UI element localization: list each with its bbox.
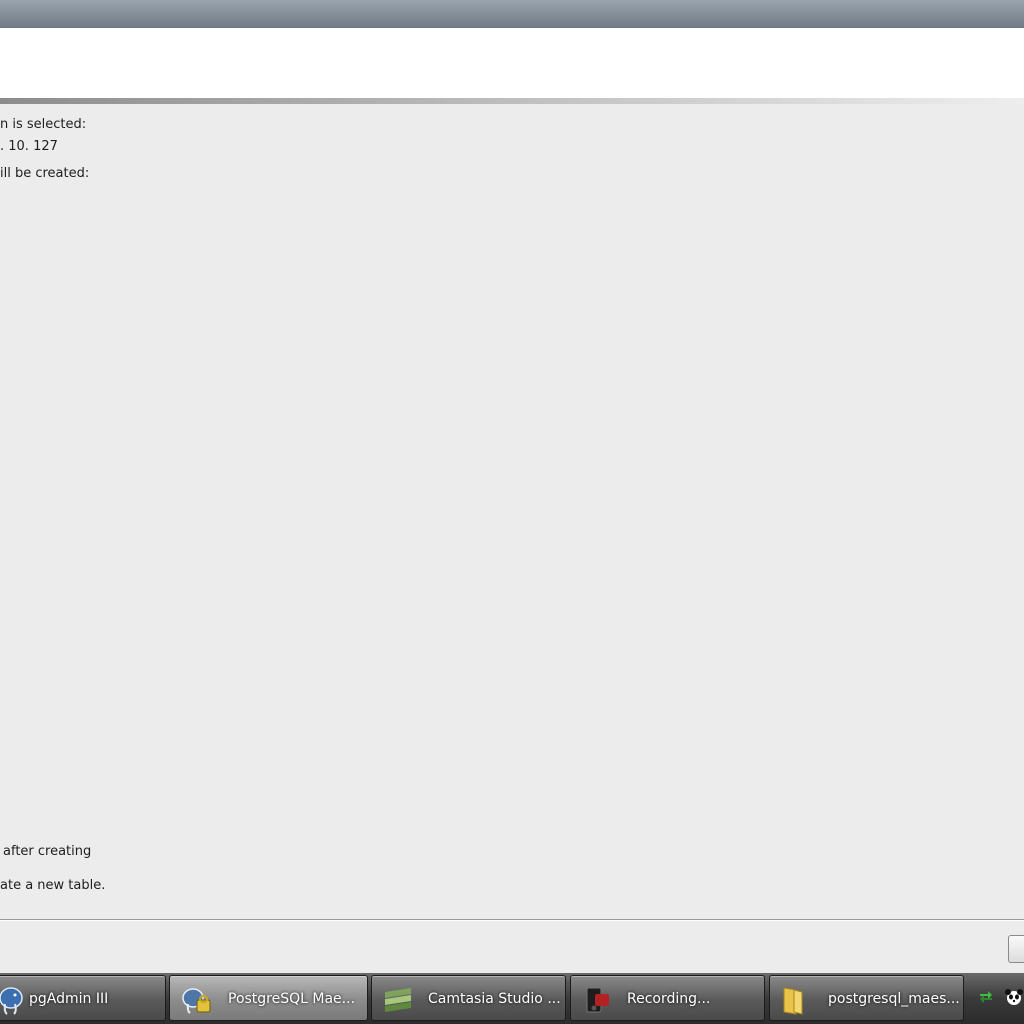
taskbar-item-label: PostgreSQL Mae... [228, 991, 356, 1007]
taskbar-item-recording[interactable]: Recording... [570, 975, 765, 1021]
selection-label: n is selected: [0, 117, 87, 132]
created-label: ill be created: [0, 166, 90, 181]
taskbar-item-pgadmin[interactable]: pgAdmin III [0, 975, 166, 1021]
wizard-header [0, 28, 1024, 98]
recorder-icon [586, 987, 609, 1013]
folder-icon [783, 987, 803, 1015]
system-tray [966, 973, 1024, 1024]
taskbar-item-label: Camtasia Studio ... [428, 991, 561, 1007]
taskbar-item-label: pgAdmin III [29, 991, 109, 1007]
taskbar: pgAdmin III PostgreSQL Mae... Camtasia S… [0, 973, 1024, 1024]
elephant-icon [0, 987, 23, 1015]
screen: n is selected: . 10. 127 ill be created:… [0, 0, 1024, 1024]
taskbar-item-postgresql-maestro[interactable]: PostgreSQL Mae... [169, 975, 368, 1021]
taskbar-item-label: postgresql_maes... [828, 991, 960, 1007]
after-creating-option[interactable]: after creating [3, 844, 91, 860]
postgres-maestro-icon [182, 988, 211, 1014]
panda-icon[interactable] [1004, 987, 1024, 1007]
taskbar-item-camtasia[interactable]: Camtasia Studio ... [371, 975, 566, 1021]
window-title-bar[interactable] [0, 0, 1024, 28]
network-arrows-icon[interactable] [978, 989, 994, 1005]
wizard-footer [0, 921, 1024, 973]
new-table-text: ate a new table. [0, 878, 106, 893]
taskbar-item-label: Recording... [627, 991, 711, 1007]
camtasia-icon [385, 988, 411, 1012]
wizard-action-button[interactable] [1008, 935, 1024, 963]
wizard-body [0, 104, 1024, 920]
taskbar-item-folder[interactable]: postgresql_maes... [769, 975, 964, 1021]
host-address-text: . 10. 127 [0, 139, 58, 154]
